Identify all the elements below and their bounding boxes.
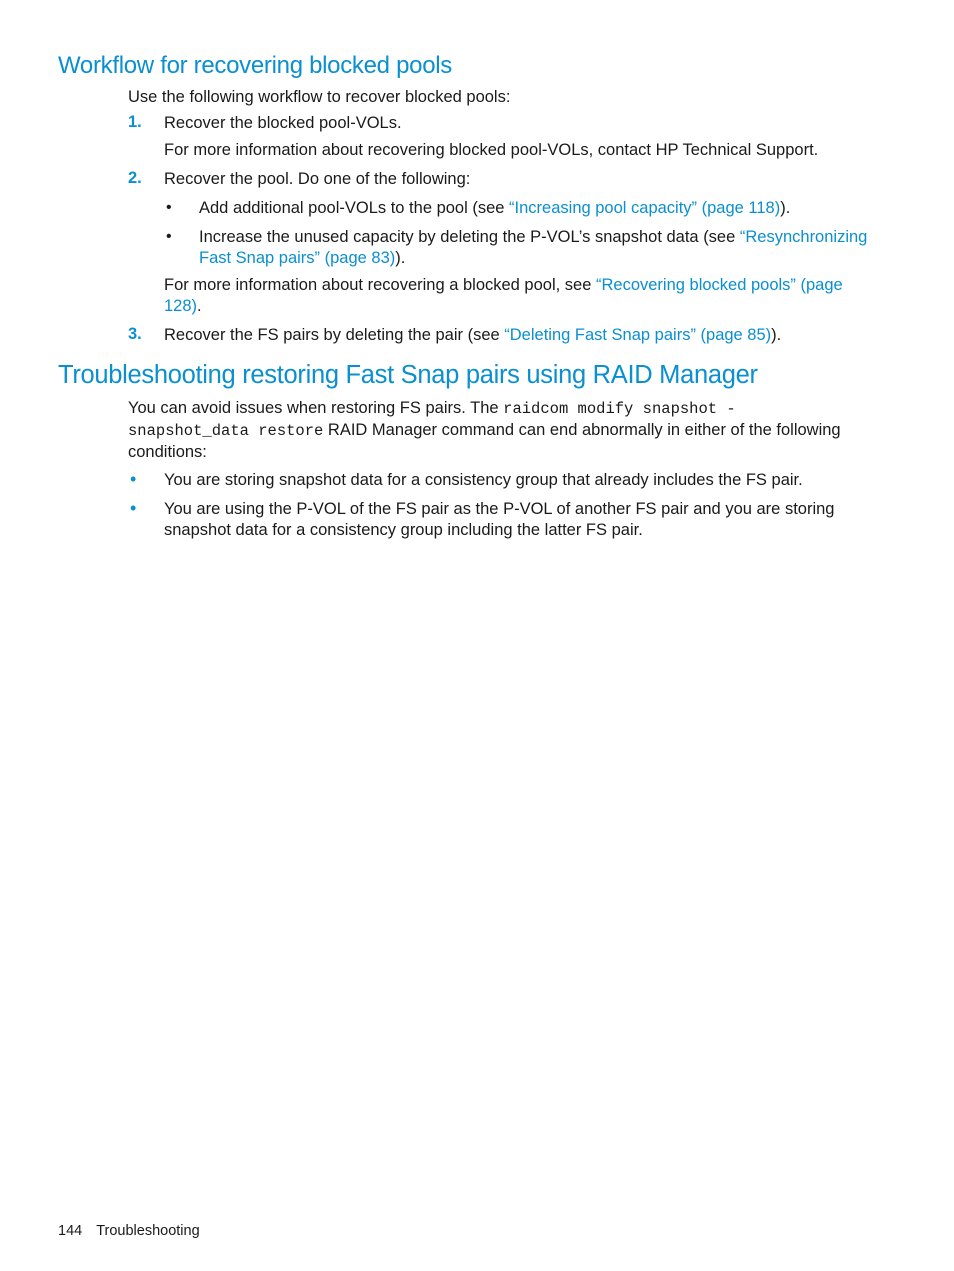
bullet-icon: • (130, 469, 137, 489)
step-2-bullet-2: Increase the unused capacity by deleting… (199, 227, 879, 269)
step-2-number: 2. (128, 169, 142, 187)
workflow-intro: Use the following workflow to recover bl… (128, 88, 511, 106)
step-2-text: Recover the pool. Do one of the followin… (164, 170, 471, 188)
step-2-note-pre: For more information about recovering a … (164, 276, 596, 294)
bullet-icon: • (130, 498, 137, 518)
bullet-1-pre: Add additional pool-VOLs to the pool (se… (199, 199, 510, 217)
restore-intro-pre: You can avoid issues when restoring FS p… (128, 399, 504, 417)
step-1-note: For more information about recovering bl… (164, 141, 819, 159)
step-3-text: Recover the FS pairs by deleting the pai… (164, 325, 864, 346)
restore-intro: You can avoid issues when restoring FS p… (128, 398, 848, 463)
bullet-2-post: ). (395, 249, 406, 267)
page-footer: 144 Troubleshooting (58, 1223, 200, 1239)
section-heading-troubleshooting-restore: Troubleshooting restoring Fast Snap pair… (58, 361, 758, 389)
step-3-post: ). (771, 326, 782, 344)
section-heading-workflow: Workflow for recovering blocked pools (58, 52, 452, 79)
bullet-icon: • (166, 199, 172, 216)
bullet-2-pre: Increase the unused capacity by deleting… (199, 228, 740, 246)
link-deleting-fast-snap-pairs[interactable]: “Deleting Fast Snap pairs” (page 85) (504, 326, 771, 344)
bullet-1-post: ). (780, 199, 791, 217)
step-2-bullet-1: Add additional pool-VOLs to the pool (se… (199, 198, 879, 219)
bullet-icon: • (166, 228, 172, 245)
step-3-pre: Recover the FS pairs by deleting the pai… (164, 326, 505, 344)
condition-2: You are using the P-VOL of the FS pair a… (164, 500, 835, 539)
step-1-number: 1. (128, 113, 142, 131)
link-increasing-pool-capacity[interactable]: “Increasing pool capacity” (page 118) (509, 199, 780, 217)
step-3-number: 3. (128, 325, 142, 343)
condition-1: You are storing snapshot data for a cons… (164, 471, 803, 489)
chapter-name: Troubleshooting (96, 1223, 200, 1239)
step-2-note-post: . (197, 297, 202, 315)
step-2-note: For more information about recovering a … (164, 275, 844, 317)
page-number: 144 (58, 1223, 83, 1239)
step-1-text: Recover the blocked pool-VOLs. (164, 114, 402, 132)
